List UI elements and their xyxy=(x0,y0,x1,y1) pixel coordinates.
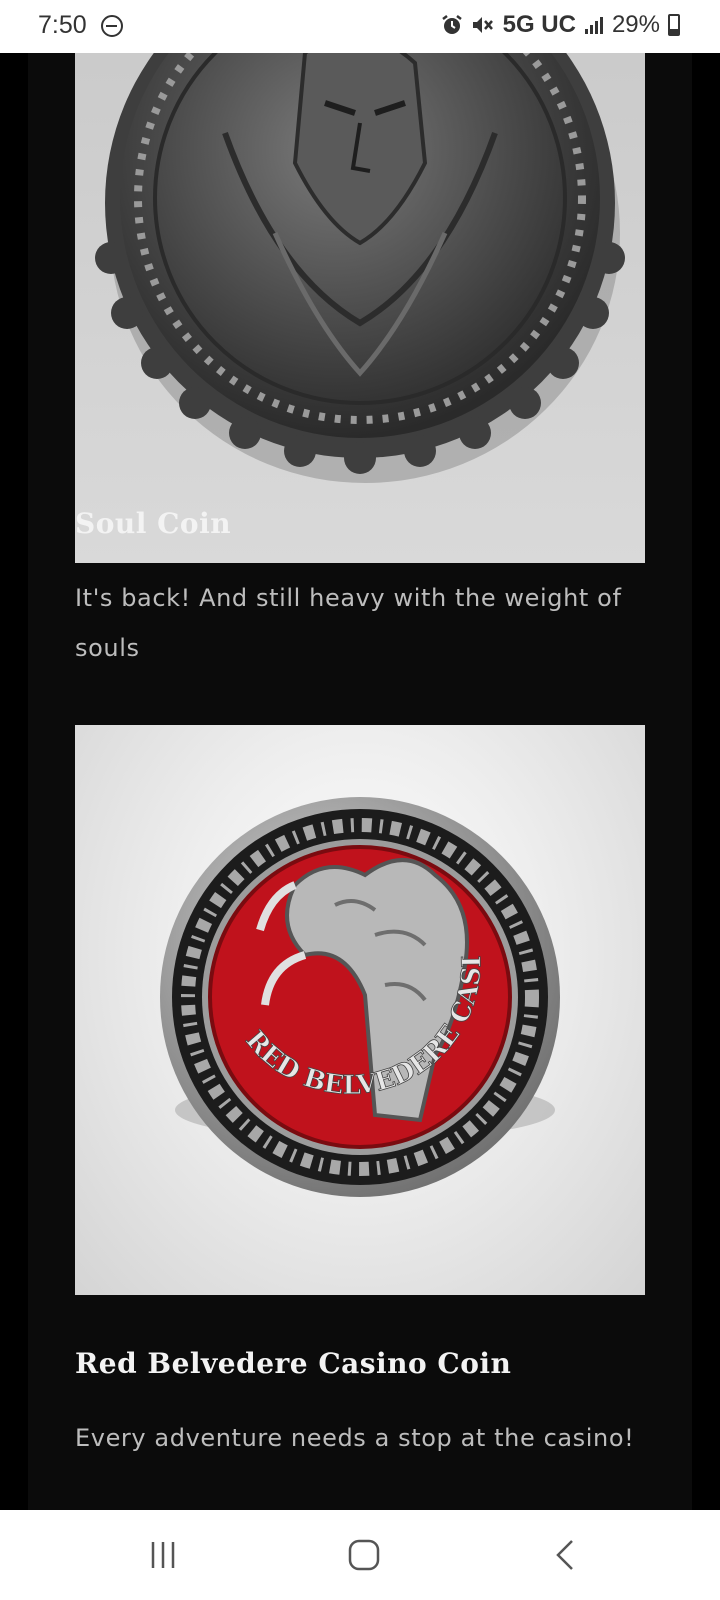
product-title[interactable]: Red Belvedere Casino Coin xyxy=(75,1347,511,1380)
do-not-disturb-icon xyxy=(101,15,123,37)
product-card-soul-coin[interactable]: Soul Coin It's back! And still heavy wit… xyxy=(28,53,692,722)
soul-coin-image[interactable] xyxy=(75,53,645,563)
alarm-icon xyxy=(441,15,462,34)
product-list[interactable]: Soul Coin It's back! And still heavy wit… xyxy=(0,53,720,1510)
status-indicators: 5G UC 29% xyxy=(441,11,680,39)
back-icon xyxy=(556,1540,573,1570)
signal-icon xyxy=(584,17,603,34)
status-bar: 7:50 5G UC 29% xyxy=(0,0,720,53)
battery-icon xyxy=(668,14,680,36)
network-type: 5G UC xyxy=(502,11,576,38)
product-description: Every adventure needs a stop at the casi… xyxy=(75,1424,635,1452)
recent-apps-icon xyxy=(151,1542,175,1568)
back-button[interactable] xyxy=(535,1532,595,1578)
product-title[interactable]: Soul Coin xyxy=(75,507,231,540)
home-button[interactable] xyxy=(334,1532,394,1578)
status-time: 7:50 xyxy=(38,11,87,39)
red-belvedere-casino-coin-image[interactable]: RED BELVEDERE CASINO xyxy=(75,725,645,1295)
mute-icon xyxy=(472,17,493,33)
home-icon xyxy=(348,1539,380,1571)
navigation-bar xyxy=(0,1510,720,1600)
recent-apps-button[interactable] xyxy=(133,1532,193,1578)
product-card-red-belvedere-casino-coin[interactable]: RED BELVEDERE CASINO Red Belvedere Casin… xyxy=(28,677,692,1510)
battery-percent: 29% xyxy=(611,11,660,38)
product-description: It's back! And still heavy with the weig… xyxy=(75,584,622,662)
